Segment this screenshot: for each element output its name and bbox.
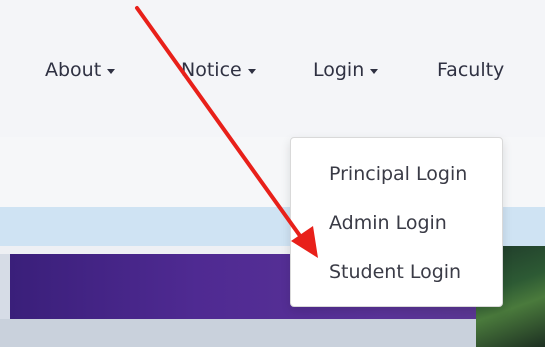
chevron-down-icon <box>370 68 379 74</box>
nav-item-faculty[interactable]: Faculty <box>437 59 504 81</box>
nav-item-notice-label: Notice <box>181 59 242 81</box>
nav-item-about[interactable]: About <box>45 59 116 81</box>
chevron-down-icon <box>107 68 116 74</box>
nav-item-faculty-label: Faculty <box>437 59 505 81</box>
nav-item-notice[interactable]: Notice <box>181 59 256 81</box>
top-navbar: About Notice Login Faculty <box>0 0 545 137</box>
menu-item-principal-login[interactable]: Principal Login <box>329 163 467 185</box>
menu-item-admin-login[interactable]: Admin Login <box>329 212 447 234</box>
banner-edge <box>0 254 10 319</box>
login-dropdown-menu: Principal Login Admin Login Student Logi… <box>290 137 503 307</box>
nav-item-login-label: Login <box>313 59 365 81</box>
menu-item-student-login[interactable]: Student Login <box>329 261 461 283</box>
nav-item-login[interactable]: Login <box>313 59 379 81</box>
nav-item-about-label: About <box>45 59 102 81</box>
chevron-down-icon <box>247 68 256 74</box>
banner-bottom-strip <box>0 319 545 347</box>
